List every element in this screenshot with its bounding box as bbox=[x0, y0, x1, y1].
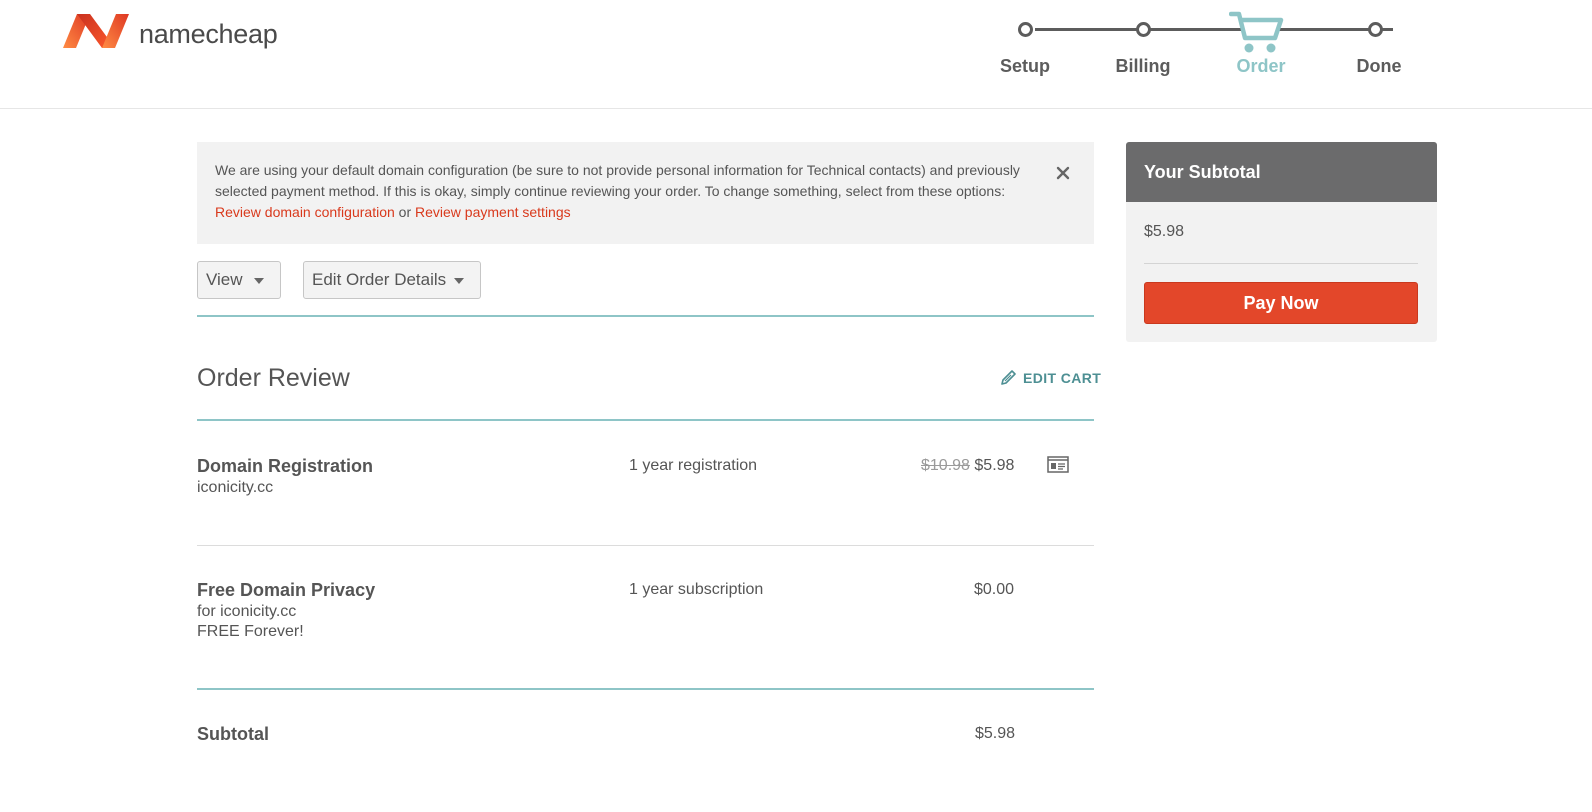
step-done: Done bbox=[1356, 56, 1402, 76]
brand-name: namecheap bbox=[139, 18, 278, 49]
item-privacy-price: $0.00 bbox=[974, 581, 1015, 598]
item-privacy-term: 1 year subscription bbox=[629, 581, 764, 598]
subtotal-panel: Your Subtotal $5.98 Pay Now bbox=[1126, 142, 1437, 342]
pay-now-button[interactable]: Pay Now bbox=[1144, 282, 1418, 324]
site-header: namecheap Setup Billing Order Done bbox=[0, 0, 1592, 109]
item-domain-price: $10.98 $5.98 bbox=[921, 457, 1014, 475]
subtotal-label: Subtotal bbox=[197, 724, 269, 744]
item-domain-name: iconicity.cc bbox=[197, 479, 274, 496]
review-domain-config-link[interactable]: Review domain configuration bbox=[215, 204, 395, 220]
divider bbox=[197, 419, 1094, 421]
view-dropdown-label: View bbox=[206, 270, 243, 289]
item-domain-registration-name: Domain Registration bbox=[197, 456, 374, 476]
notice-text: We are using your default domain configu… bbox=[215, 162, 1020, 199]
item-domain-current-price: $5.98 bbox=[974, 457, 1015, 474]
cart-icon bbox=[1229, 11, 1284, 53]
order-review-title: Order Review bbox=[197, 364, 350, 392]
notice-or: or bbox=[394, 204, 415, 220]
item-privacy-domain: for iconicity.cc bbox=[197, 603, 297, 620]
step-dot-billing bbox=[1136, 22, 1151, 37]
namecheap-logo[interactable]: namecheap bbox=[63, 12, 278, 50]
divider bbox=[197, 315, 1094, 317]
contact-card-icon[interactable] bbox=[1047, 456, 1069, 473]
edit-cart-label: EDIT CART bbox=[1023, 369, 1102, 386]
chevron-down-icon bbox=[254, 278, 264, 284]
item-domain-old-price: $10.98 bbox=[921, 457, 970, 474]
namecheap-logo-icon bbox=[63, 14, 129, 48]
edit-order-details-label: Edit Order Details bbox=[312, 270, 447, 289]
step-dot-setup bbox=[1018, 22, 1033, 37]
step-setup: Setup bbox=[999, 56, 1051, 76]
item-domain-privacy-name: Free Domain Privacy bbox=[197, 580, 376, 600]
divider bbox=[197, 545, 1094, 546]
subtotal-panel-amount: $5.98 bbox=[1144, 223, 1185, 240]
item-privacy-note: FREE Forever! bbox=[197, 623, 304, 640]
review-payment-settings-link[interactable]: Review payment settings bbox=[415, 204, 571, 220]
pencil-icon bbox=[1001, 370, 1016, 385]
subtotal-value: $5.98 bbox=[975, 725, 1016, 742]
subtotal-panel-title: Your Subtotal bbox=[1126, 142, 1437, 202]
divider bbox=[197, 688, 1094, 690]
steps-progress-line bbox=[1035, 28, 1393, 31]
checkout-steps: Setup Billing Order Done bbox=[995, 11, 1415, 82]
step-billing: Billing bbox=[1115, 56, 1171, 76]
close-icon[interactable] bbox=[1052, 162, 1074, 184]
default-config-notice: We are using your default domain configu… bbox=[197, 142, 1094, 244]
chevron-down-icon bbox=[454, 278, 464, 284]
divider bbox=[1144, 263, 1418, 264]
edit-order-details-dropdown[interactable]: Edit Order Details bbox=[303, 261, 481, 299]
step-order: Order bbox=[1236, 56, 1286, 76]
view-dropdown[interactable]: View bbox=[197, 261, 281, 299]
edit-cart-link[interactable]: EDIT CART bbox=[1000, 369, 1101, 386]
item-domain-term: 1 year registration bbox=[629, 457, 758, 474]
step-dot-done bbox=[1368, 22, 1383, 37]
